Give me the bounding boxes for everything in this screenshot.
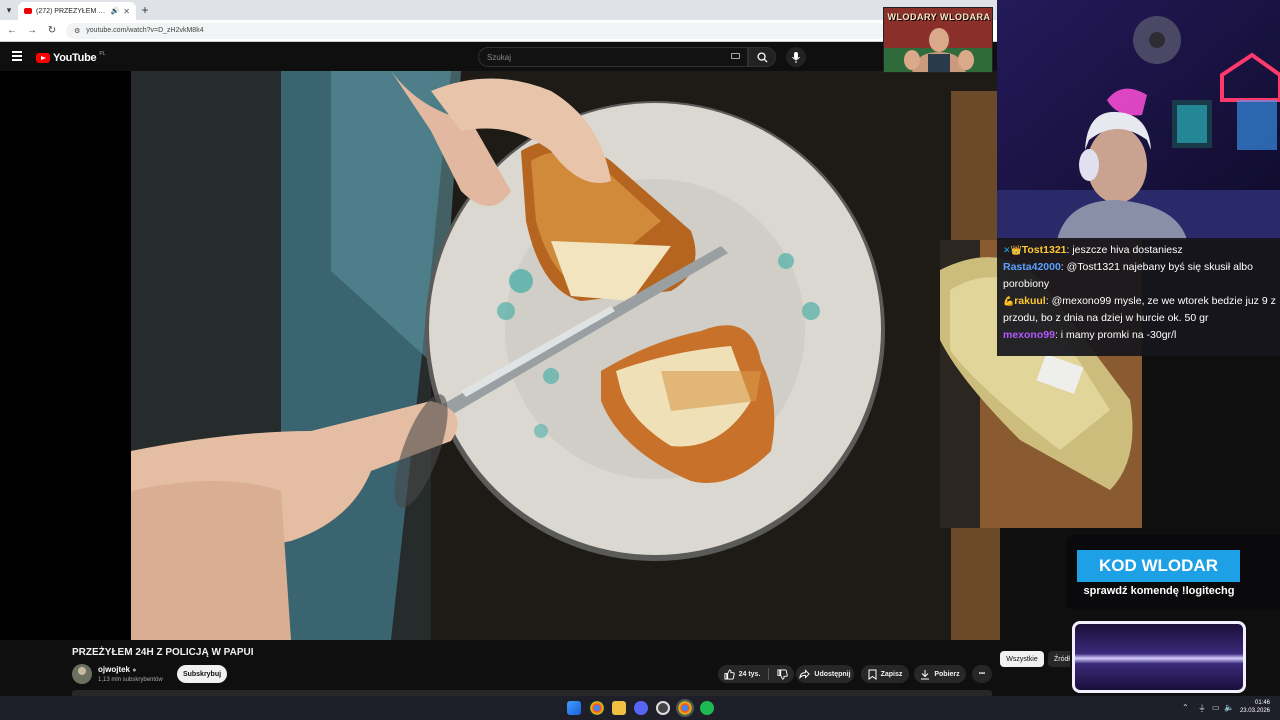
promo-code-badge: KOD WLODAR [1077, 550, 1240, 582]
windows-start-icon[interactable] [567, 701, 581, 715]
download-label: Pobierz [934, 670, 960, 678]
chat-message: mexono99: i mamy promki na -30gr/l [1003, 327, 1276, 344]
bookmark-icon [868, 669, 877, 680]
clock-time: 01:46 [1254, 700, 1270, 706]
chat-text: : i mamy promki na -30gr/l [1054, 329, 1177, 341]
search-button[interactable] [748, 47, 776, 67]
like-button[interactable]: 24 tys. [724, 668, 761, 680]
chat-text: : jeszcze hiva dostaniesz [1066, 244, 1183, 256]
network-icon[interactable]: ▭ [1212, 703, 1220, 712]
channel-name[interactable]: ojwojtek ● [98, 665, 136, 674]
youtube-play-icon [36, 53, 50, 63]
chat-badge-icon: ✕👑 [1003, 245, 1022, 255]
youtube-logo-text: YouTube [53, 52, 97, 64]
filter-chip-source[interactable]: Źródło [1048, 651, 1070, 667]
download-icon [921, 669, 930, 679]
system-clock[interactable]: 01:46 23.03.2026 [1240, 699, 1270, 715]
chat-username: rakuul [1014, 295, 1046, 307]
discord-icon[interactable] [634, 701, 648, 715]
tab-title: (272) PRZEŻYŁEM 24H Z PO [36, 7, 107, 15]
promo-subtext: sprawdź komendę !logitechg [1083, 585, 1235, 597]
reload-icon[interactable]: ↻ [46, 25, 58, 36]
video-title: PRZEŻYŁEM 24H Z POLICJĄ W PAPUI [72, 647, 254, 658]
clock-date: 23.03.2026 [1239, 708, 1270, 714]
address-bar: ← → ↻ ⚙ youtube.com/watch?v=D_zH2vkM8k4 [0, 20, 1000, 42]
url-field[interactable]: ⚙ youtube.com/watch?v=D_zH2vkM8k4 [66, 22, 886, 39]
spotify-icon[interactable] [700, 701, 714, 715]
verified-icon: ● [132, 667, 137, 674]
browser-tab[interactable]: (272) PRZEŻYŁEM 24H Z PO 🔊 ✕ [18, 2, 136, 20]
screen: ▾ (272) PRZEŻYŁEM 24H Z PO 🔊 ✕ + ← → ↻ ⚙… [0, 0, 1280, 720]
video-frame [131, 71, 1000, 640]
new-tab-button[interactable]: + [136, 3, 154, 17]
subscriber-count: 1,13 mln subskrybentów [98, 677, 163, 683]
channel-banner-overlay: WLODARY WLODARA [883, 7, 993, 73]
youtube-masthead: YouTube PL Szukaj [0, 43, 1000, 71]
search-input[interactable]: Szukaj [478, 47, 748, 67]
stream-chat: ✕👑Tost1321: jeszcze hiva dostaniesz Rast… [997, 238, 1280, 356]
usb-icon[interactable]: ⏚ [1198, 703, 1206, 714]
mic-icon [792, 51, 800, 63]
channel-name-text: ojwojtek [98, 665, 131, 674]
obs-icon[interactable] [656, 701, 670, 715]
chat-username: mexono99 [1003, 329, 1055, 341]
file-explorer-icon[interactable] [612, 701, 626, 715]
forward-icon[interactable]: → [26, 25, 38, 36]
keyboard-icon[interactable] [731, 53, 740, 59]
volume-icon[interactable]: 🔈 [1224, 703, 1234, 712]
url-text: youtube.com/watch?v=D_zH2vkM8k4 [86, 27, 204, 34]
subscribe-button[interactable]: Subskrybuj [177, 665, 227, 683]
video-player[interactable] [131, 71, 1000, 640]
search-icon [757, 52, 768, 63]
like-dislike-group: 24 tys. [718, 665, 794, 683]
filter-chip-all[interactable]: Wszystkie [1000, 651, 1044, 667]
audio-icon: 🔊 [110, 8, 120, 15]
chat-badge-icon: 💪 [1003, 296, 1015, 306]
thumbs-down-icon[interactable] [777, 668, 789, 680]
chrome-icon[interactable] [590, 701, 604, 715]
youtube-logo[interactable]: YouTube PL [36, 51, 106, 64]
youtube-favicon-icon [24, 8, 32, 14]
menu-icon[interactable] [12, 51, 22, 61]
chat-message: Rasta42000: @Tost1321 najebany byś się s… [1003, 259, 1276, 293]
tray-overflow-icon[interactable]: ⌃ [1182, 703, 1189, 712]
browser-tab-bar: ▾ (272) PRZEŻYŁEM 24H Z PO 🔊 ✕ + [0, 0, 1000, 20]
chrome-active-icon[interactable] [676, 699, 694, 717]
site-info-icon[interactable]: ⚙ [74, 27, 80, 35]
back-icon[interactable]: ← [6, 25, 18, 36]
save-button[interactable]: Zapisz [861, 665, 909, 683]
like-count: 24 tys. [738, 670, 761, 678]
tab-list-icon[interactable]: ▾ [0, 0, 18, 20]
download-button[interactable]: Pobierz [914, 665, 966, 683]
chat-message: ✕👑Tost1321: jeszcze hiva dostaniesz [1003, 242, 1276, 259]
thumbs-up-icon [724, 668, 735, 680]
share-icon [799, 669, 811, 679]
banner-text: WLODARY WLODARA [887, 12, 991, 22]
share-label: Udostępnij [814, 670, 851, 678]
streamer-webcam [997, 0, 1280, 240]
chat-message: 💪rakuul: @mexono99 mysle, ze we wtorek b… [1003, 293, 1276, 327]
save-label: Zapisz [880, 670, 903, 678]
voice-search-button[interactable] [786, 47, 806, 67]
region-code: PL [99, 51, 106, 57]
share-button[interactable]: Udostępnij [796, 665, 854, 683]
chat-username: Tost1321 [1021, 244, 1067, 256]
alert-overlay [1072, 621, 1246, 693]
channel-avatar[interactable] [72, 664, 92, 684]
tab-close-icon[interactable]: ✕ [123, 7, 130, 16]
chat-username: Rasta42000 [1003, 261, 1061, 273]
more-actions-button[interactable]: ••• [972, 665, 992, 683]
